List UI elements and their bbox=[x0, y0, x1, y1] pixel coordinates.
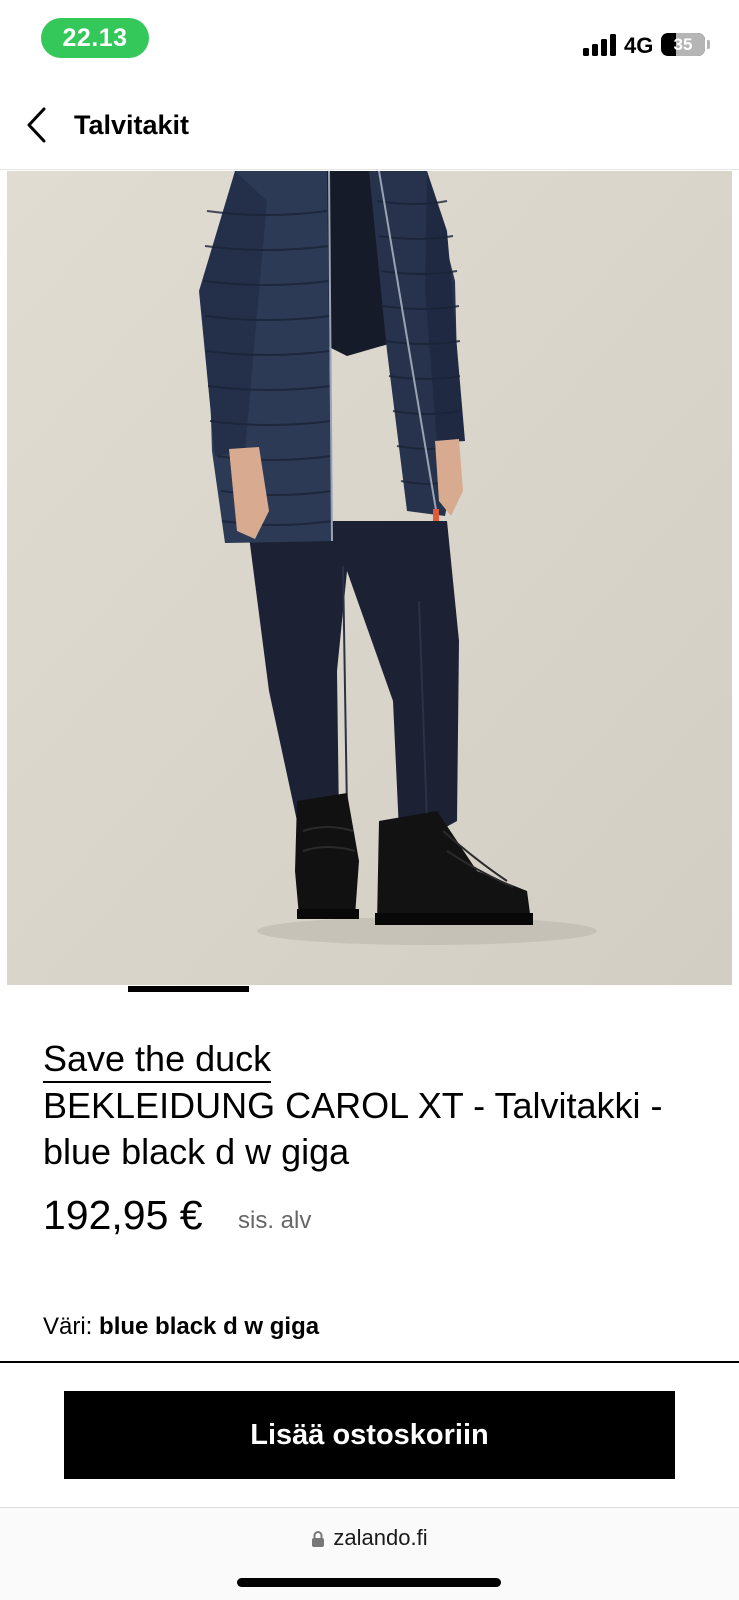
cellular-signal-icon bbox=[583, 34, 617, 56]
battery-icon: 35 bbox=[661, 33, 705, 56]
lock-icon bbox=[312, 1531, 325, 1547]
battery-cap bbox=[707, 40, 710, 49]
divider bbox=[0, 1361, 739, 1363]
battery-level: 35 bbox=[673, 35, 693, 54]
status-time: 22.13 bbox=[41, 18, 149, 58]
product-price: 192,95 € bbox=[43, 1192, 203, 1238]
network-type: 4G bbox=[624, 33, 654, 58]
page-title: Talvitakit bbox=[74, 110, 190, 140]
browser-bar: zalando.fi bbox=[0, 1507, 739, 1600]
product-name: BEKLEIDUNG CAROL XT - Talvitakki - blue … bbox=[43, 1085, 663, 1172]
product-image[interactable] bbox=[7, 171, 732, 985]
gallery-indicator[interactable] bbox=[128, 986, 249, 992]
address-bar[interactable]: zalando.fi bbox=[0, 1525, 739, 1551]
color-row[interactable]: Väri: blue black d w giga bbox=[43, 1313, 319, 1341]
nav-header: Talvitakit bbox=[0, 80, 739, 170]
back-button[interactable] bbox=[18, 102, 58, 148]
chevron-left-icon bbox=[27, 107, 46, 143]
add-to-cart-button[interactable]: Lisää ostoskoriin bbox=[64, 1391, 675, 1479]
url-text: zalando.fi bbox=[333, 1525, 428, 1550]
brand-link[interactable]: Save the duck bbox=[43, 1038, 272, 1083]
status-bar: 22.13 4G 35 bbox=[0, 0, 739, 80]
home-indicator[interactable] bbox=[237, 1578, 501, 1587]
color-label: Väri: bbox=[43, 1313, 93, 1340]
price-vat-note: sis. alv bbox=[238, 1207, 312, 1234]
color-value: blue black d w giga bbox=[99, 1313, 320, 1340]
